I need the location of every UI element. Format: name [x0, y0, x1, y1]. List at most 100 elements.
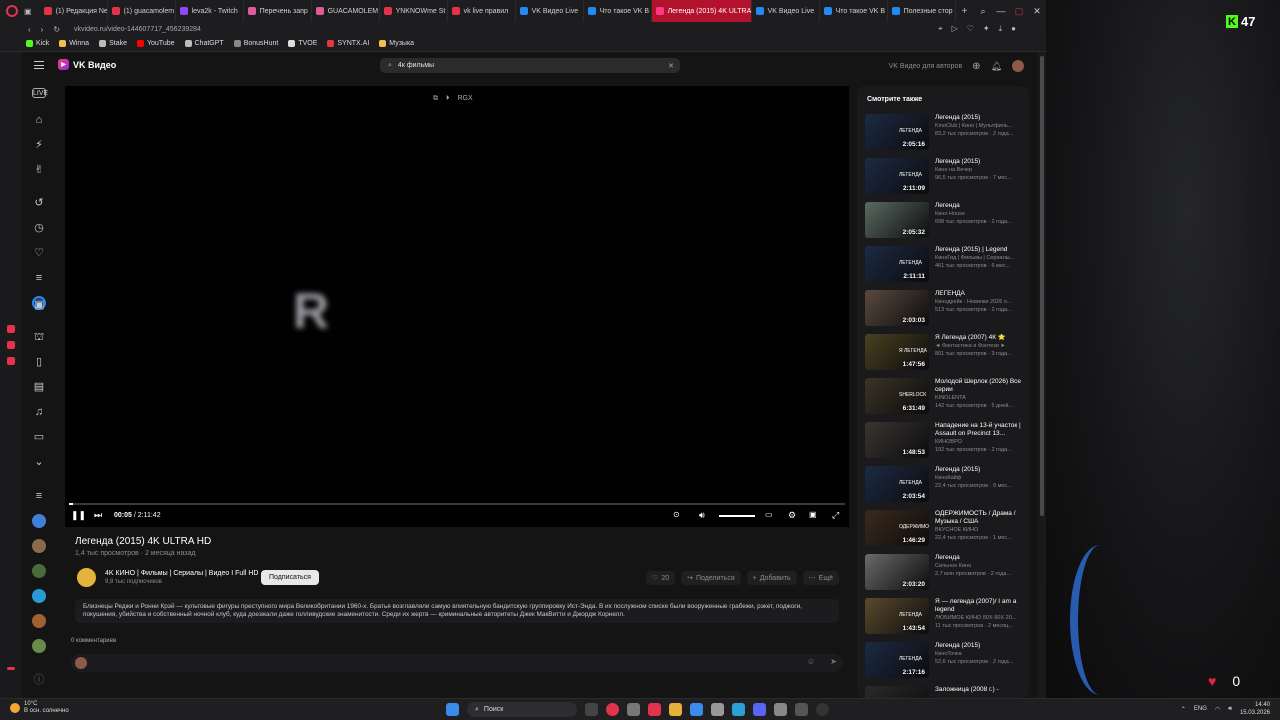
volume-slider[interactable] — [719, 515, 755, 517]
send-icon[interactable]: ▷ — [952, 24, 958, 34]
tv-series-icon[interactable]: ⛫ — [32, 330, 46, 344]
avatar[interactable] — [1012, 60, 1024, 72]
recommended-channel[interactable]: Кинодрейк · Новинки 2026 о... — [935, 299, 1025, 305]
video-thumbnail[interactable]: ЛЕГЕНДА 2:17:16 — [865, 642, 929, 678]
shorts-icon[interactable]: ✌︎ — [32, 163, 46, 177]
page-scrollbar[interactable] — [1038, 52, 1046, 698]
recommended-video[interactable]: ЛЕГЕНДА 2:17:16 Легенда (2015) КиноТочка 52,… — [865, 642, 1025, 682]
search-input[interactable]: ⌕ 4к фильмы ✕ — [380, 58, 680, 73]
recommended-video[interactable]: 2:03:20 Легенда Сильное Кино 2,7 млн просмо… — [865, 554, 1025, 594]
recommended-video[interactable]: ОДЕРЖИМОСТЬ 1:46:29 ОДЕРЖИМОСТЬ / Драма / … — [865, 510, 1025, 550]
wifi-icon[interactable]: ◠ — [1215, 706, 1220, 713]
chevron-up-icon[interactable]: ⌃ — [1181, 706, 1186, 713]
language-indicator[interactable]: ENG — [1194, 706, 1207, 712]
video-description[interactable]: Близнецы Реджи и Ронни Крэй — культовые … — [75, 599, 839, 623]
video-thumbnail[interactable]: 2:03:20 — [865, 554, 929, 590]
recommended-video[interactable]: ЛЕГЕНДА 1:43:54 Я — легенда (2007)/ I am a… — [865, 598, 1025, 638]
tab[interactable]: Полезные стор — [888, 0, 956, 22]
recommended-channel[interactable]: ◄ Фантастика и Фэнтези ► — [935, 343, 1025, 349]
subscriptions-icon[interactable]: ≡ — [32, 489, 46, 503]
channel-name[interactable]: 4K КИНО | Фильмы | Сериалы | Видео I Ful… — [105, 570, 258, 577]
tab[interactable]: Что такое VK В — [584, 0, 652, 22]
bookmark-icon[interactable]: ♡ — [967, 24, 974, 34]
history-icon[interactable]: ↺ — [32, 196, 46, 210]
recommended-video[interactable]: 1:48:53 Нападение на 13-й участок | Assau… — [865, 422, 1025, 462]
music-icon[interactable]: ♫ — [32, 405, 46, 419]
video-thumbnail[interactable]: ЛЕГЕНДА 2:11:09 — [865, 158, 929, 194]
notifications-icon[interactable]: 🔔︎ — [991, 61, 1002, 72]
recommended-video[interactable]: ЛЕГЕНДА 2:11:11 Легенда (2015) | Legend Кин… — [865, 246, 1025, 286]
recommended-video-title[interactable]: Легенда — [935, 554, 1025, 562]
settings-icon[interactable]: ⚙︎ — [788, 510, 796, 521]
start-icon[interactable] — [446, 703, 459, 716]
recommended-channel[interactable]: КиноТочка — [935, 651, 1025, 657]
channel-avatar[interactable] — [32, 614, 46, 628]
app-icon[interactable] — [795, 703, 808, 716]
tab[interactable]: (1) guacamolem — [108, 0, 176, 22]
bookmark-item[interactable]: BonusHunt — [233, 40, 278, 47]
channel-avatar[interactable] — [32, 514, 46, 528]
download-icon[interactable]: ⤓ — [999, 24, 1003, 34]
cinema-icon[interactable]: ▤ — [32, 380, 46, 394]
bookmark-item[interactable]: Kick — [26, 40, 49, 47]
recommended-video-title[interactable]: Легенда (2015) | Legend — [935, 246, 1025, 254]
video-thumbnail[interactable]: Я ЛЕГЕНДА 1:47:56 — [865, 334, 929, 370]
watch-later-icon[interactable]: ◷ — [32, 221, 46, 235]
recommended-video-title[interactable]: Легенда (2015) — [935, 114, 1025, 122]
favorites-icon[interactable]: ♡ — [32, 246, 46, 260]
recommended-channel[interactable]: Кино House — [935, 211, 1025, 217]
like-button[interactable]: ♡ 20 — [646, 571, 676, 585]
bookmark-item[interactable]: Музыка — [379, 40, 414, 47]
add-button[interactable]: + Добавить — [746, 571, 797, 585]
recommended-video-title[interactable]: ОДЕРЖИМОСТЬ / Драма / Музыка / США — [935, 510, 1025, 526]
reload-icon[interactable]: ↻ — [53, 25, 60, 34]
fullscreen-icon[interactable]: ⤢ — [832, 510, 839, 521]
trending-icon[interactable]: ⚡︎ — [32, 138, 46, 152]
recommended-channel[interactable]: KinoClub | Кино | Мультфиль... — [935, 123, 1025, 129]
bookmark-item[interactable]: TVOE — [288, 40, 317, 47]
yandex-icon[interactable] — [648, 703, 661, 716]
recommended-channel[interactable]: КиноКайф — [935, 475, 1025, 481]
recommended-video-title[interactable]: Легенда (2015) — [935, 642, 1025, 650]
video-player[interactable]: R ⧉ ⏵︎ RGX ❚❚ ⏭︎ 00:05 / 2:11:42 ⊙ 🔊︎ ▭ … — [65, 86, 849, 527]
video-thumbnail[interactable]: ЛЕГЕНДА 2:03:54 — [865, 466, 929, 502]
recommended-video-title[interactable]: Я Легенда (2007) 4К ⭐ — [935, 334, 1025, 342]
tab[interactable]: GUACAMOLEM — [312, 0, 380, 22]
recommended-video-title[interactable]: Я — легенда (2007)/ I am a legend — [935, 598, 1025, 614]
sidebar-app-icon[interactable] — [7, 325, 15, 333]
clear-search-icon[interactable]: ✕ — [668, 62, 674, 70]
recommended-video-title[interactable]: Легенда — [935, 202, 1025, 210]
recommended-video-title[interactable]: Нападение на 13-й участок | Assault on P… — [935, 422, 1025, 438]
video-thumbnail[interactable]: ЛЕГЕНДА 1:43:54 — [865, 598, 929, 634]
channel-avatar[interactable] — [32, 589, 46, 603]
video-thumbnail[interactable]: ЛЕГЕНДА 2:11:11 — [865, 246, 929, 282]
scrollbar-thumb[interactable] — [1040, 56, 1044, 516]
bookmark-item[interactable]: ChatGPT — [184, 40, 224, 47]
video-thumbnail[interactable]: ОДЕРЖИМОСТЬ 1:46:29 — [865, 510, 929, 546]
back-icon[interactable]: ‹ — [28, 25, 31, 34]
tab[interactable]: (1) Редакция Ne — [40, 0, 108, 22]
recommended-video-title[interactable]: Легенда (2015) — [935, 158, 1025, 166]
bookmark-item[interactable]: Stake — [99, 40, 127, 47]
live-icon[interactable]: LIVE — [32, 88, 48, 98]
chevron-down-icon[interactable]: ⌄ — [32, 455, 46, 469]
url-text[interactable]: vkvideo.ru/video-144607717_456239284 — [74, 26, 201, 33]
new-tab-button[interactable]: + — [962, 6, 968, 17]
discord-icon[interactable] — [753, 703, 766, 716]
recommended-video[interactable]: 2:05:32 Легенда Кино House 698 тыс просмотр… — [865, 202, 1025, 242]
info-icon[interactable]: ⓘ — [32, 673, 46, 687]
snapshot-icon[interactable]: ⌖ — [938, 24, 943, 34]
home-icon[interactable]: ⌂ — [32, 113, 46, 127]
weather-widget[interactable]: 10°C В осн. солнечно — [10, 701, 69, 715]
recommended-video[interactable]: Я ЛЕГЕНДА 1:47:56 Я Легенда (2007) 4К ⭐ ◄ Ф… — [865, 334, 1025, 374]
channel-avatar[interactable] — [32, 564, 46, 578]
more-button[interactable]: ⋯ Ещё — [802, 571, 839, 585]
recommended-video-title[interactable]: ЛЕГЕНДА — [935, 290, 1025, 298]
tab[interactable]: VK Видео Live — [516, 0, 584, 22]
app-icon[interactable] — [690, 703, 703, 716]
recommended-video[interactable]: ЛЕГЕНДА 2:05:16 Легенда (2015) KinoClub | К… — [865, 114, 1025, 154]
recommended-video-title[interactable]: Заложница (2008 г.) - — [935, 686, 1025, 694]
bookmark-item[interactable]: SYNTX.AI — [327, 40, 369, 47]
clock[interactable]: 14:40 15.03.2026 — [1240, 701, 1270, 717]
tab[interactable]: YNKNOWme St — [380, 0, 448, 22]
